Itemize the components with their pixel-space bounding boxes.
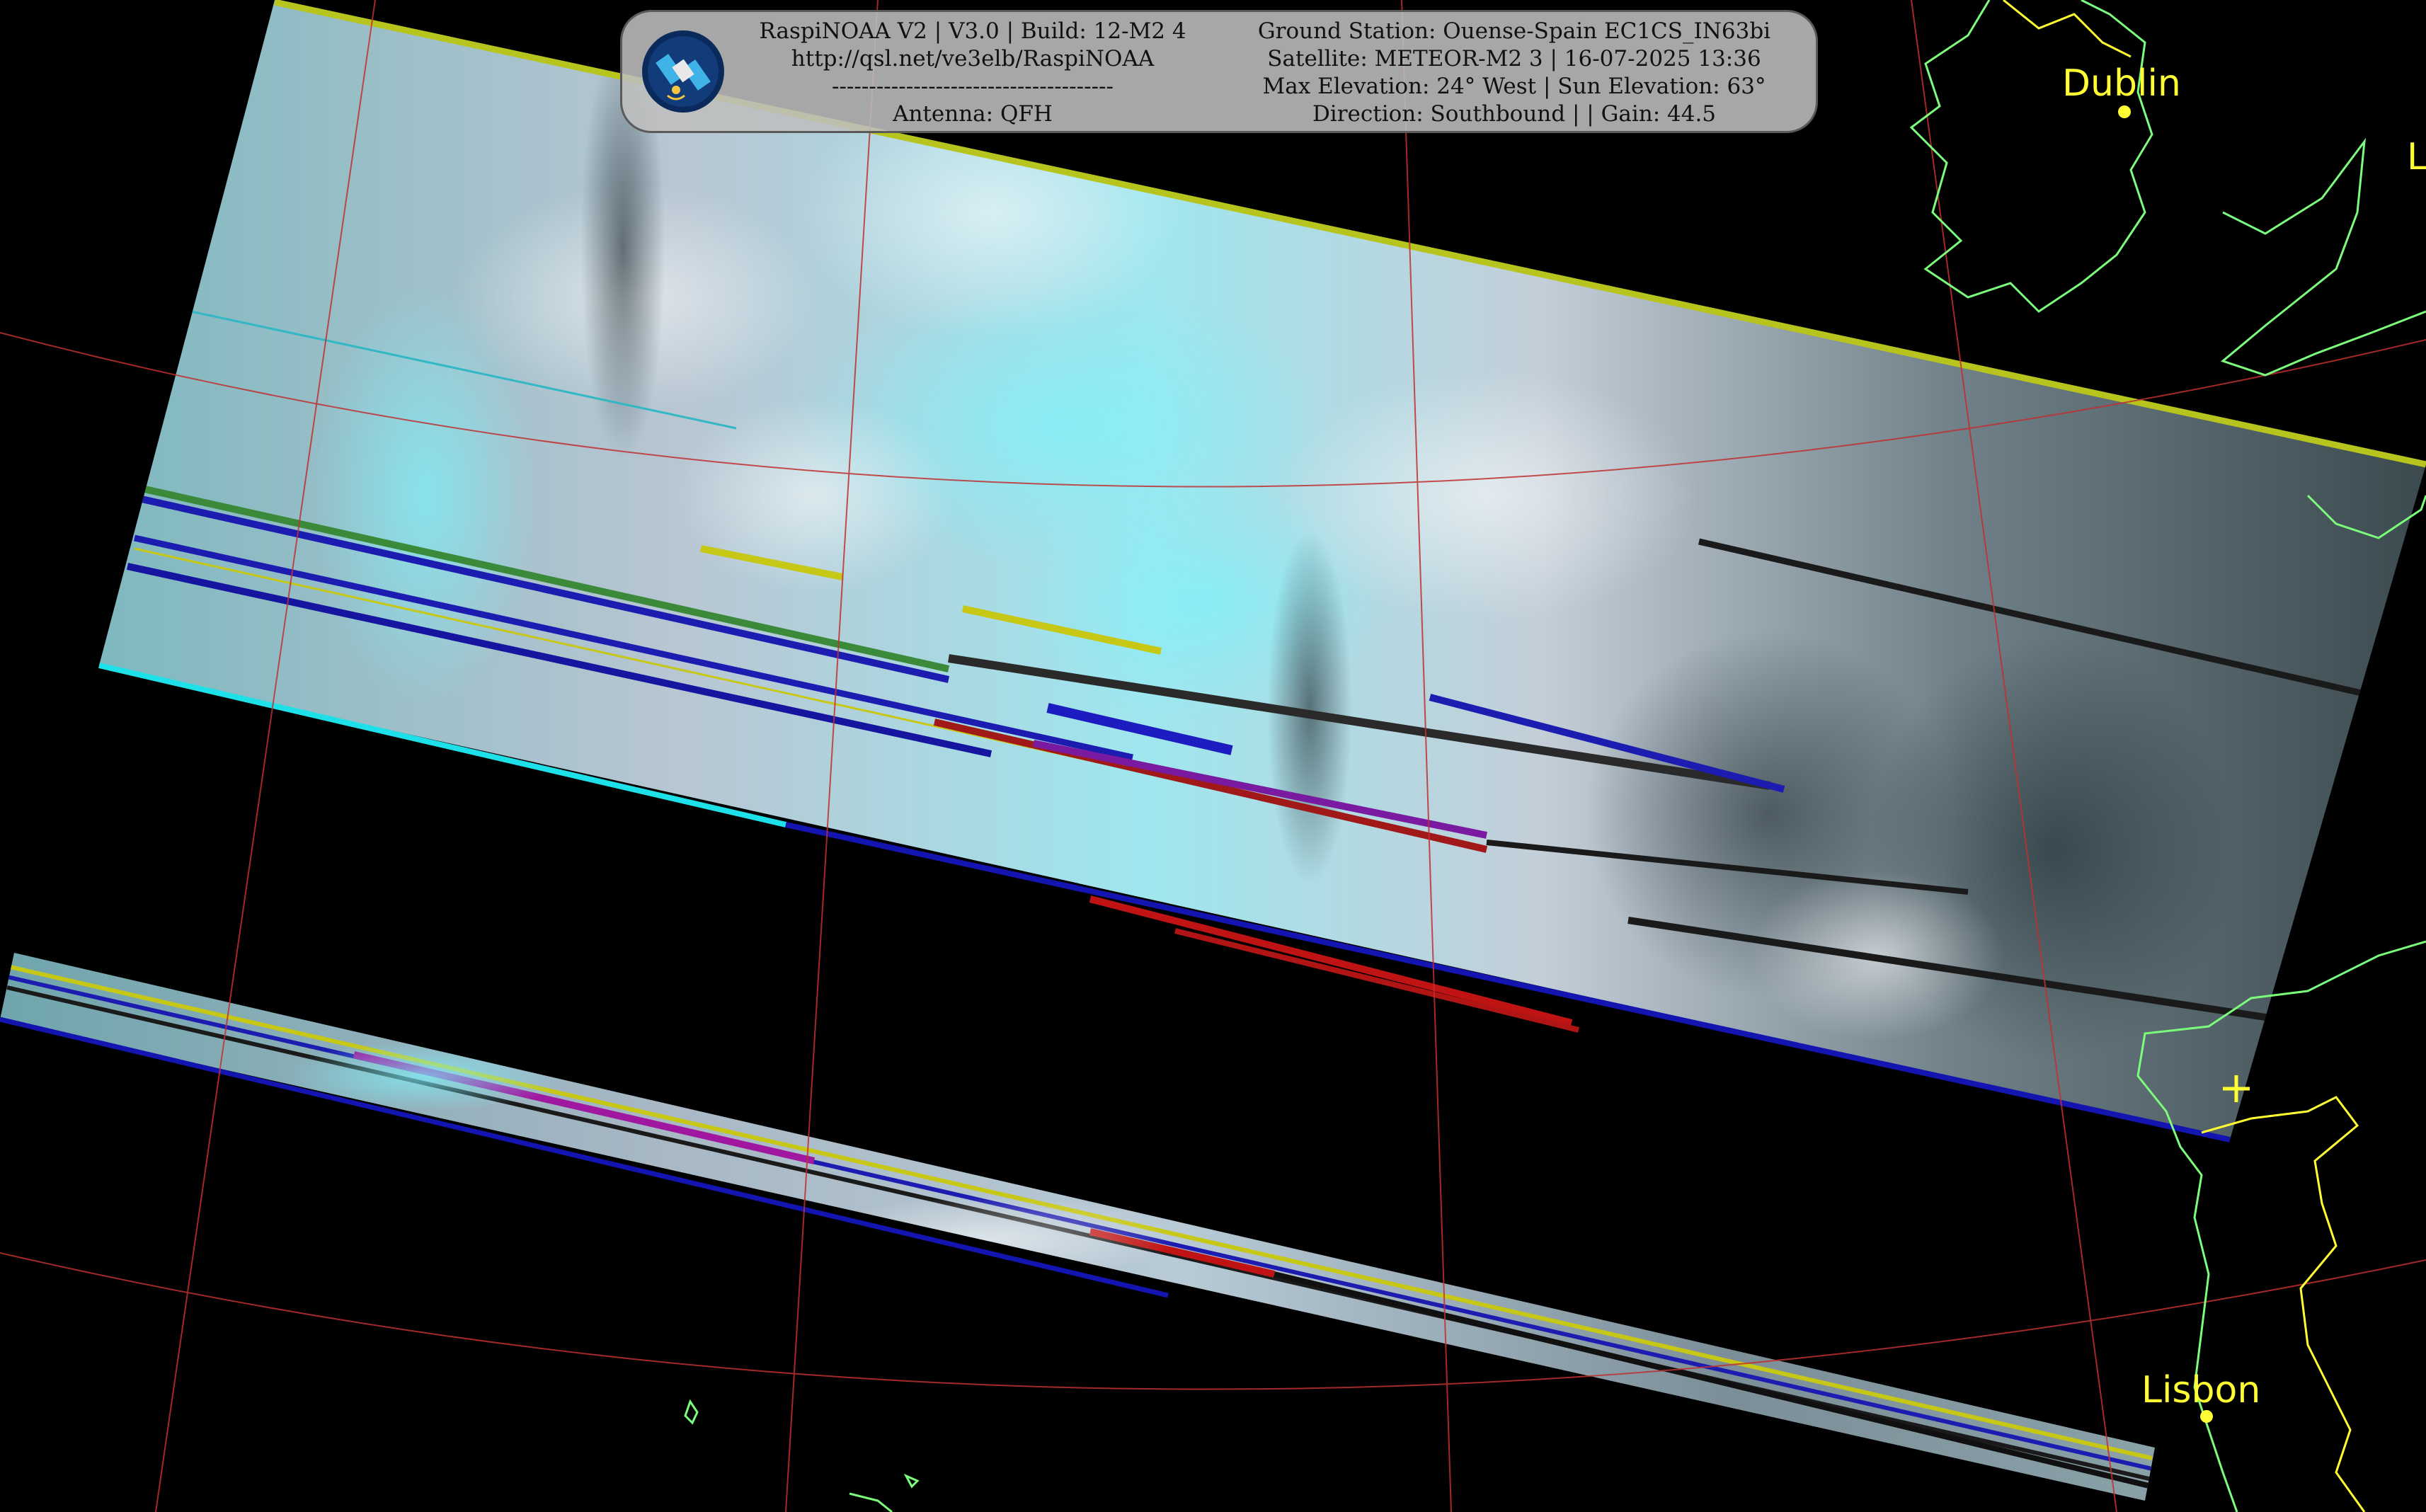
city-label-lisbon: Lisbon: [2141, 1369, 2261, 1411]
edge-label-fragment: L: [2407, 136, 2426, 178]
pass-info-header: RaspiNOAA V2 | V3.0 | Build: 12-M2 4 htt…: [620, 10, 1818, 133]
antenna-info: Antenna: QFH: [893, 101, 1053, 127]
software-url: http://qsl.net/ve3elb/RaspiNOAA: [791, 46, 1155, 71]
dublin-dot: [2118, 105, 2131, 118]
lisbon-dot: [2200, 1410, 2213, 1423]
station-software-info: RaspiNOAA V2 | V3.0 | Build: 12-M2 4 htt…: [743, 18, 1203, 128]
elevation-info: Max Elevation: 24° West | Sun Elevation:…: [1262, 74, 1766, 99]
ground-station: Ground Station: Ouense-Spain EC1CS_IN63b…: [1257, 18, 1771, 44]
satellite-icon: [642, 30, 724, 113]
software-version: RaspiNOAA V2 | V3.0 | Build: 12-M2 4: [759, 18, 1186, 44]
direction-gain-info: Direction: Southbound | | Gain: 44.5: [1312, 101, 1717, 127]
satellite-map: [0, 0, 2426, 1512]
satellite-info: Satellite: METEOR-M2 3 | 16-07-2025 13:3…: [1267, 46, 1761, 71]
separator-line: --------------------------------------: [831, 74, 1114, 99]
pass-details: Ground Station: Ouense-Spain EC1CS_IN63b…: [1217, 18, 1812, 128]
city-label-dublin: Dublin: [2062, 62, 2181, 105]
